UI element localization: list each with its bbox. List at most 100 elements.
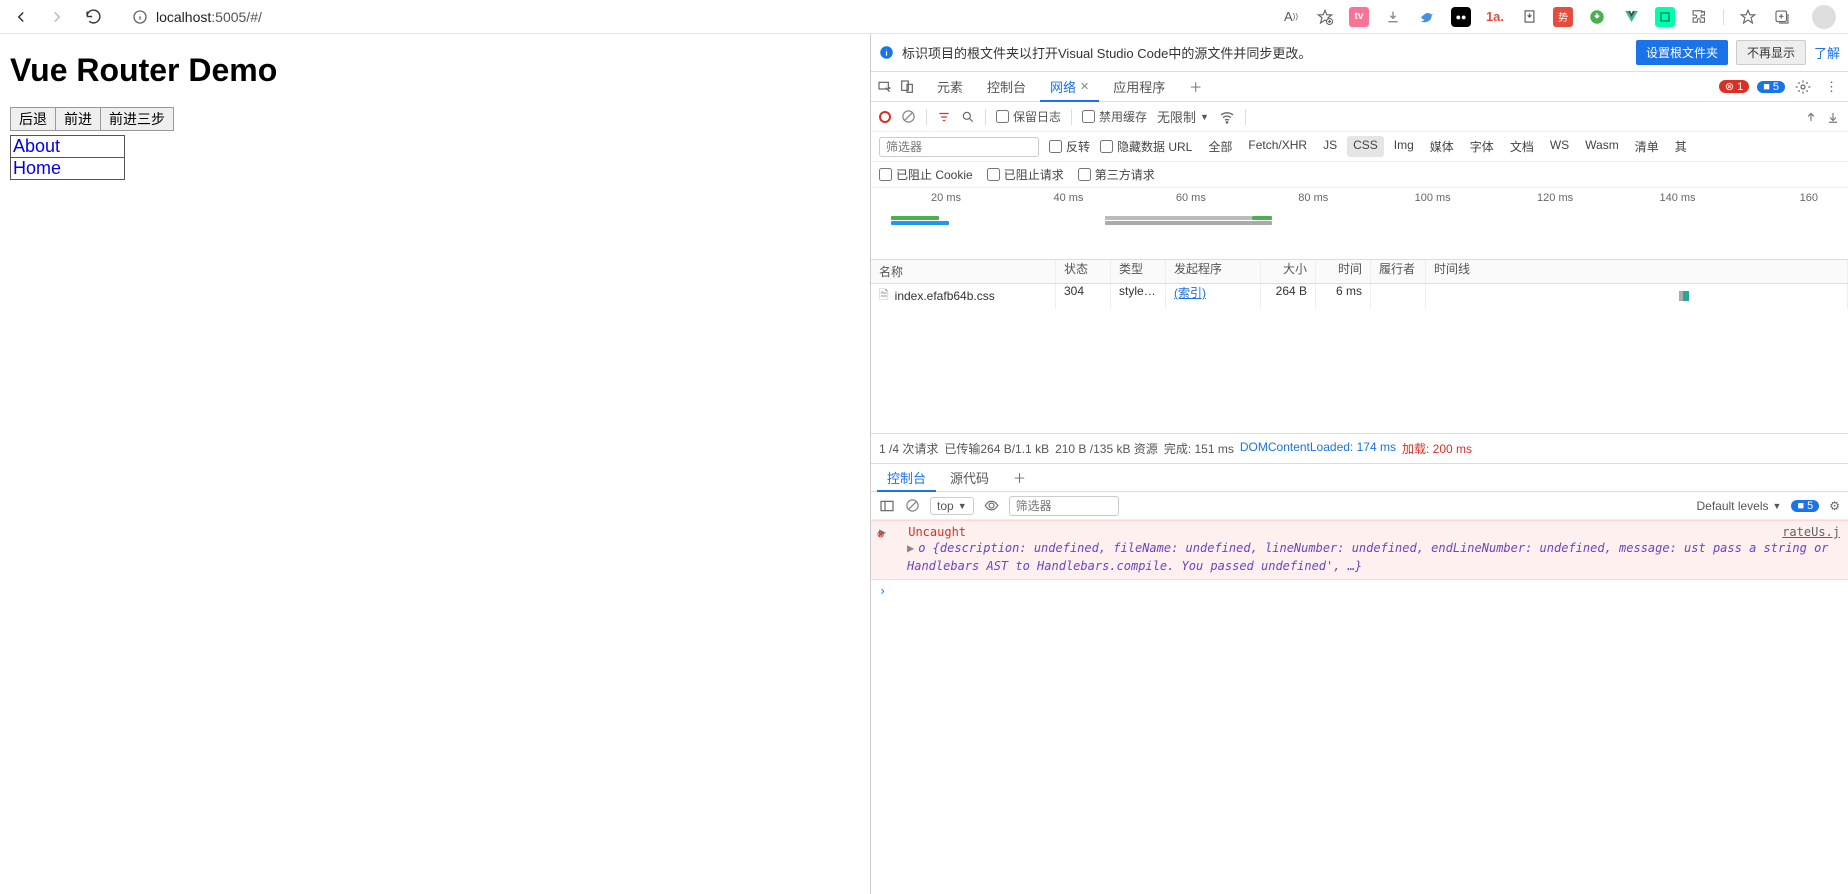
col-type[interactable]: 类型 <box>1111 260 1166 283</box>
blocked-requests-checkbox[interactable]: 已阻止请求 <box>987 166 1064 183</box>
type-ws[interactable]: WS <box>1544 136 1575 157</box>
type-img[interactable]: Img <box>1388 136 1420 157</box>
download-ext-icon[interactable] <box>1383 7 1403 27</box>
settings-gear-icon[interactable] <box>1795 79 1811 95</box>
console-error-row[interactable]: ⊗ ▶Uncaught rateUs.j ▶o {description: un… <box>871 520 1848 580</box>
drawer-tab-console[interactable]: 控制台 <box>877 464 936 491</box>
download-har-icon[interactable] <box>1826 110 1840 124</box>
info-count-badge[interactable]: ■ 5 <box>1757 81 1785 93</box>
device-icon[interactable] <box>899 79 915 95</box>
col-size[interactable]: 大小 <box>1261 260 1316 283</box>
expand-caret-icon[interactable]: ▶ <box>907 541 914 555</box>
table-row[interactable]: 🗎index.efafb64b.css 304 stylesh... (索引) … <box>871 284 1848 308</box>
tab-console[interactable]: 控制台 <box>977 72 1036 101</box>
vue-ext-icon[interactable] <box>1621 7 1641 27</box>
type-font[interactable]: 字体 <box>1464 136 1500 157</box>
idm-ext-icon[interactable] <box>1587 7 1607 27</box>
forward-button[interactable]: 前进 <box>55 107 101 131</box>
url-text: localhost:5005/#/ <box>156 9 262 25</box>
col-initiator[interactable]: 发起程序 <box>1166 260 1261 283</box>
error-count-badge[interactable]: ⊗ 1 <box>1719 80 1749 93</box>
clear-button[interactable] <box>901 109 916 124</box>
extensions-puzzle-icon[interactable] <box>1689 7 1709 27</box>
row-initiator-link[interactable]: (索引) <box>1174 286 1206 300</box>
network-timeline[interactable]: 20 ms 40 ms 60 ms 80 ms 100 ms 120 ms 14… <box>871 188 1848 260</box>
console-sidebar-icon[interactable] <box>879 498 895 514</box>
type-css[interactable]: CSS <box>1347 136 1384 157</box>
drawer-tab-sources[interactable]: 源代码 <box>940 464 999 491</box>
upload-har-icon[interactable] <box>1804 110 1818 124</box>
type-all[interactable]: 全部 <box>1202 136 1238 157</box>
set-root-folder-button[interactable]: 设置根文件夹 <box>1636 40 1728 65</box>
col-waterfall[interactable]: 时间线 <box>1426 260 1848 283</box>
network-filter-input[interactable] <box>879 137 1039 157</box>
favorite-icon[interactable] <box>1315 7 1335 27</box>
tomato-ext-icon[interactable]: 1a. <box>1485 7 1505 27</box>
window-ext-icon[interactable] <box>1655 7 1675 27</box>
log-levels-select[interactable]: Default levels ▼ <box>1696 499 1781 513</box>
context-select[interactable]: top▼ <box>930 497 974 515</box>
console-settings-icon[interactable]: ⚙ <box>1829 499 1840 513</box>
dont-show-button[interactable]: 不再显示 <box>1736 40 1806 65</box>
network-table-body[interactable]: 🗎index.efafb64b.css 304 stylesh... (索引) … <box>871 284 1848 434</box>
home-link[interactable]: Home <box>11 158 124 179</box>
back-button[interactable]: 后退 <box>10 107 56 131</box>
filter-toggle-icon[interactable] <box>937 110 951 124</box>
profile-avatar[interactable] <box>1812 5 1836 29</box>
type-js[interactable]: JS <box>1317 136 1343 157</box>
invert-checkbox[interactable]: 反转 <box>1049 138 1090 155</box>
tab-elements[interactable]: 元素 <box>927 72 973 101</box>
throttling-select[interactable]: 无限制 ▼ <box>1157 107 1209 126</box>
bilibili-ext-icon[interactable]: tv <box>1349 7 1369 27</box>
nav-refresh-button[interactable] <box>78 2 108 32</box>
collections-icon[interactable] <box>1738 7 1758 27</box>
nav-forward-button[interactable] <box>42 2 72 32</box>
col-fulfilled[interactable]: 履行者 <box>1371 260 1426 283</box>
type-wasm[interactable]: Wasm <box>1579 136 1625 157</box>
preserve-log-checkbox[interactable]: 保留日志 <box>996 108 1061 125</box>
type-doc[interactable]: 文档 <box>1504 136 1540 157</box>
thirdparty-checkbox[interactable]: 第三方请求 <box>1078 166 1155 183</box>
disable-cache-checkbox[interactable]: 禁用缓存 <box>1082 108 1147 125</box>
record-button[interactable] <box>879 111 891 123</box>
red-ext-icon[interactable]: 势 <box>1553 7 1573 27</box>
more-icon[interactable]: ⋮ <box>1821 79 1842 95</box>
drawer-tab-more[interactable]: ＋ <box>1003 464 1036 491</box>
black-ext-icon[interactable]: ●● <box>1451 7 1471 27</box>
extension-icons: A)) tv ●● 1a. 势 <box>1275 5 1842 29</box>
console-prompt[interactable]: › <box>871 580 1848 602</box>
bird-ext-icon[interactable] <box>1417 7 1437 27</box>
col-time[interactable]: 时间 <box>1316 260 1371 283</box>
about-link[interactable]: About <box>11 136 124 158</box>
issues-badge[interactable]: ■ 5 <box>1791 500 1819 512</box>
col-status[interactable]: 状态 <box>1056 260 1111 283</box>
address-bar[interactable]: localhost:5005/#/ <box>124 2 1259 32</box>
hide-dataurl-checkbox[interactable]: 隐藏数据 URL <box>1100 138 1192 155</box>
console-clear-icon[interactable] <box>905 498 920 513</box>
type-media[interactable]: 媒体 <box>1424 136 1460 157</box>
blocked-cookies-checkbox[interactable]: 已阻止 Cookie <box>879 166 973 183</box>
error-source-link[interactable]: rateUs.j <box>1782 525 1840 539</box>
learn-more-link[interactable]: 了解 <box>1814 43 1840 62</box>
inspect-icon[interactable] <box>877 79 893 95</box>
col-name[interactable]: 名称 <box>871 260 1056 283</box>
add-tab-icon[interactable] <box>1772 7 1792 27</box>
row-fulfilled <box>1371 284 1426 308</box>
bookmark-ext-icon[interactable] <box>1519 7 1539 27</box>
type-other[interactable]: 其 <box>1669 136 1693 157</box>
type-fetchxhr[interactable]: Fetch/XHR <box>1242 136 1313 157</box>
tab-application[interactable]: 应用程序 <box>1103 72 1175 101</box>
read-aloud-icon[interactable]: A)) <box>1281 7 1301 27</box>
site-info-icon[interactable] <box>132 9 148 25</box>
search-icon[interactable] <box>961 110 975 124</box>
wifi-icon[interactable] <box>1219 109 1235 125</box>
tab-network[interactable]: 网络✕ <box>1040 72 1099 101</box>
tab-more[interactable]: ＋ <box>1179 72 1212 101</box>
nav-back-button[interactable] <box>6 2 36 32</box>
live-expr-icon[interactable] <box>984 498 999 513</box>
close-icon[interactable]: ✕ <box>1080 80 1089 93</box>
forward3-button[interactable]: 前进三步 <box>100 107 174 131</box>
console-filter-input[interactable] <box>1009 496 1119 516</box>
type-manifest[interactable]: 清单 <box>1629 136 1665 157</box>
console-body[interactable]: ⊗ ▶Uncaught rateUs.j ▶o {description: un… <box>871 520 1848 894</box>
